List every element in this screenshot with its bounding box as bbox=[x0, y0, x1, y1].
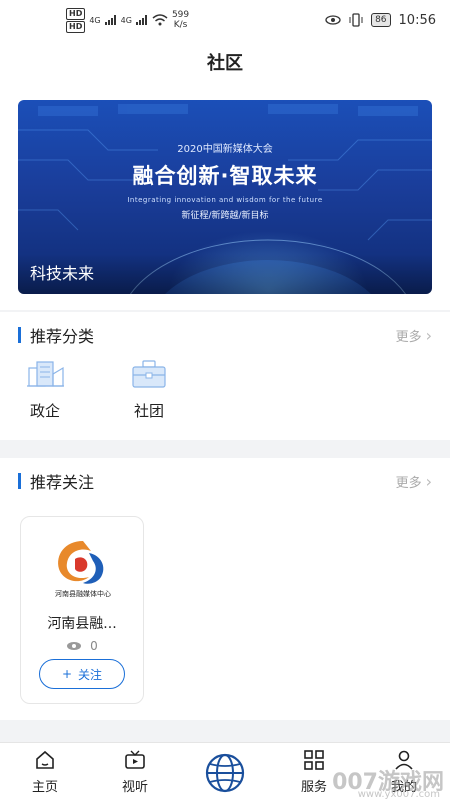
more-label: 更多 bbox=[395, 329, 422, 345]
banner-headline: 融合创新·智取未来 bbox=[132, 164, 318, 188]
plus-icon: + bbox=[61, 667, 73, 681]
follow-button-label: 关注 bbox=[78, 667, 103, 682]
chevron-right-icon: › bbox=[425, 471, 432, 491]
view-count: 0 bbox=[90, 639, 98, 653]
logo-text: 河南县融媒体中心 bbox=[55, 589, 111, 598]
bottom-tab-bar: 主页 视听 服务 我的 007游戏网 www.yx007.com bbox=[0, 742, 450, 800]
follow-button[interactable]: + 关注 bbox=[39, 659, 125, 689]
tab-media[interactable]: 视听 bbox=[105, 749, 165, 795]
follow-card[interactable]: 河南县融媒体中心 河南县融... 0 + 关注 bbox=[20, 516, 144, 704]
categories-header: 推荐分类 更多 › bbox=[0, 312, 450, 358]
category-label: 政企 bbox=[29, 402, 60, 420]
banner-event: 2020中国新媒体大会 bbox=[177, 144, 273, 155]
categories-more-link[interactable]: 更多 › bbox=[396, 326, 432, 345]
eye-icon bbox=[325, 15, 341, 25]
status-left: HD HD 4G 4G 599 K/s bbox=[66, 7, 189, 33]
wifi-icon bbox=[152, 14, 168, 26]
network-label-2: 4G bbox=[120, 15, 132, 25]
network-label-1: 4G bbox=[89, 15, 101, 25]
vibrate-icon bbox=[349, 13, 363, 27]
banner-caption: 科技未来 bbox=[30, 264, 95, 283]
page-title: 社区 bbox=[207, 53, 243, 74]
category-item-government[interactable]: 政企 bbox=[18, 358, 72, 421]
signal-icon bbox=[104, 15, 116, 25]
banner-carousel[interactable]: 2020中国新媒体大会 融合创新·智取未来 Integrating innova… bbox=[18, 100, 432, 294]
tab-label: 视听 bbox=[121, 780, 148, 795]
categories-title: 推荐分类 bbox=[30, 327, 95, 346]
signal-icon bbox=[135, 15, 147, 25]
home-icon bbox=[36, 750, 54, 769]
hd-tag-1: HD bbox=[66, 7, 86, 20]
network-speed: 599 K/s bbox=[172, 10, 189, 30]
media-center-logo: 河南县融媒体中心 bbox=[55, 541, 111, 598]
more-label: 更多 bbox=[395, 475, 422, 491]
chevron-right-icon: › bbox=[425, 325, 432, 345]
recommended-categories-section: 推荐分类 更多 › 政企 社团 bbox=[0, 312, 450, 440]
recommended-follows-section: 推荐关注 更多 › 河南县融媒体中心 河南县融... 0 + 关注 bbox=[0, 458, 450, 720]
tab-label: 服务 bbox=[300, 780, 327, 795]
banner-english: Integrating innovation and wisdom for th… bbox=[127, 196, 323, 204]
hd-tags: HD HD bbox=[66, 7, 86, 33]
section-accent-bar bbox=[18, 327, 21, 343]
speed-unit: K/s bbox=[173, 20, 188, 30]
tab-label: 主页 bbox=[31, 780, 58, 795]
building-icon bbox=[27, 361, 64, 387]
watermark-url: www.yx007.com bbox=[357, 789, 440, 800]
category-list: 政企 社团 bbox=[18, 358, 176, 421]
banner-section: 2020中国新媒体大会 融合创新·智取未来 Integrating innova… bbox=[0, 84, 450, 310]
banner-tags: 新征程/新跨越/新目标 bbox=[181, 211, 269, 221]
follows-more-link[interactable]: 更多 › bbox=[396, 472, 432, 491]
section-accent-bar bbox=[18, 473, 21, 489]
follows-header: 推荐关注 更多 › bbox=[0, 458, 450, 504]
follows-title-wrap: 推荐关注 bbox=[18, 469, 94, 493]
eye-icon bbox=[67, 642, 82, 650]
tab-home[interactable]: 主页 bbox=[15, 749, 75, 795]
category-item-club[interactable]: 社团 bbox=[122, 358, 176, 421]
globe-icon[interactable] bbox=[203, 751, 247, 795]
hd-tag-2: HD bbox=[66, 20, 86, 33]
grid-icon bbox=[304, 750, 324, 770]
speed-value: 599 bbox=[171, 10, 190, 20]
category-label: 社团 bbox=[133, 402, 164, 420]
follow-card-name: 河南县融... bbox=[47, 616, 117, 632]
briefcase-icon bbox=[132, 360, 166, 388]
video-icon bbox=[125, 750, 145, 769]
status-bar: HD HD 4G 4G 599 K/s 86 10:56 bbox=[0, 0, 450, 40]
follows-title: 推荐关注 bbox=[30, 473, 95, 492]
status-right: 86 10:56 bbox=[325, 13, 436, 28]
follow-card-views: 0 bbox=[21, 639, 143, 653]
top-bar: 社区 bbox=[0, 40, 450, 84]
categories-title-wrap: 推荐分类 bbox=[18, 323, 94, 347]
clock: 10:56 bbox=[398, 12, 436, 28]
battery-level: 86 bbox=[371, 13, 391, 27]
